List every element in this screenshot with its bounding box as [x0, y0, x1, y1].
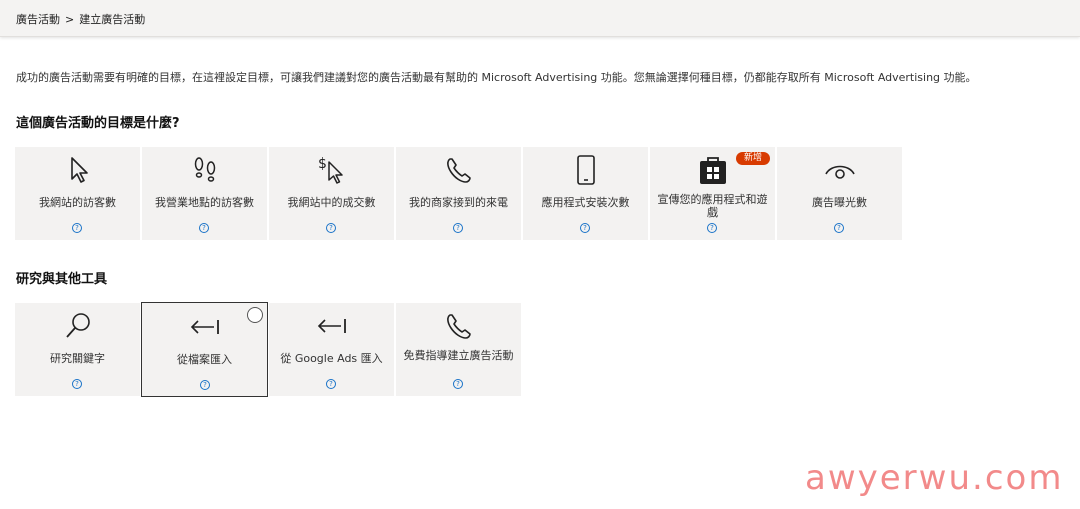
goal-tile-app-installs[interactable]: 應用程式安裝次數 ?	[523, 147, 648, 240]
help-icon[interactable]: ?	[453, 379, 463, 389]
help-icon[interactable]: ?	[72, 379, 82, 389]
goal-tile-location-visitors[interactable]: 我營業地點的訪客數 ?	[142, 147, 267, 240]
goals-section-title: 這個廣告活動的目標是什麼?	[16, 116, 180, 131]
tile-label: 宣傳您的應用程式和遊戲	[657, 193, 768, 219]
tile-label: 廣告曝光數	[812, 196, 867, 209]
watermark: awyerwu.com	[805, 458, 1064, 498]
phone-icon	[396, 309, 521, 343]
mobile-icon	[523, 153, 648, 187]
tile-label: 研究關鍵字	[50, 352, 105, 365]
tile-label: 我網站的訪客數	[39, 196, 116, 209]
tool-tile-import-google-ads[interactable]: 從 Google Ads 匯入 ?	[269, 303, 394, 396]
goal-tile-business-calls[interactable]: 我的商家接到的來電 ?	[396, 147, 521, 240]
help-icon[interactable]: ?	[326, 223, 336, 233]
breadcrumb-separator: >	[65, 13, 75, 26]
search-icon	[15, 309, 140, 343]
selection-radio[interactable]	[247, 307, 263, 323]
tile-label: 免費指導建立廣告活動	[403, 349, 514, 362]
dollar-cursor-icon: $	[269, 153, 394, 187]
help-icon[interactable]: ?	[453, 223, 463, 233]
tile-label: 從檔案匯入	[177, 353, 232, 366]
breadcrumb-root[interactable]: 廣告活動	[16, 13, 60, 26]
tile-label: 應用程式安裝次數	[541, 196, 630, 209]
help-icon[interactable]: ?	[326, 379, 336, 389]
import-arrow-icon	[269, 309, 394, 343]
help-icon[interactable]: ?	[199, 223, 209, 233]
breadcrumb: 廣告活動 > 建立廣告活動	[16, 11, 145, 27]
phone-icon	[396, 153, 521, 187]
svg-text:$: $	[318, 156, 327, 172]
help-icon[interactable]: ?	[72, 223, 82, 233]
goal-tile-impressions[interactable]: 廣告曝光數 ?	[777, 147, 902, 240]
tile-label: 從 Google Ads 匯入	[280, 352, 383, 365]
goal-tile-promote-apps[interactable]: 新增 宣傳您的應用程式和遊戲 ?	[650, 147, 775, 240]
help-icon[interactable]: ?	[707, 223, 717, 233]
tile-label: 我營業地點的訪客數	[155, 196, 254, 209]
intro-text: 成功的廣告活動需要有明確的目標，在這裡設定目標，可讓我們建議對您的廣告活動最有幫…	[16, 71, 977, 84]
tools-section-title: 研究與其他工具	[16, 272, 108, 287]
cursor-icon	[15, 153, 140, 187]
tile-label: 我網站中的成交數	[287, 196, 376, 209]
tile-label: 我的商家接到的來電	[409, 196, 508, 209]
goal-tile-website-visitors[interactable]: 我網站的訪客數 ?	[15, 147, 140, 240]
tool-tile-free-guidance[interactable]: 免費指導建立廣告活動 ?	[396, 303, 521, 396]
top-bar: 廣告活動 > 建立廣告活動	[0, 0, 1080, 37]
goal-tile-website-conversions[interactable]: $ 我網站中的成交數 ?	[269, 147, 394, 240]
help-icon[interactable]: ?	[200, 380, 210, 390]
tool-tile-import-file[interactable]: 從檔案匯入 ?	[141, 302, 268, 397]
help-icon[interactable]: ?	[834, 223, 844, 233]
breadcrumb-current: 建立廣告活動	[79, 13, 146, 26]
new-badge: 新增	[736, 152, 771, 165]
tool-tile-research-keywords[interactable]: 研究關鍵字 ?	[15, 303, 140, 396]
eye-icon	[777, 153, 902, 187]
help-icon[interactable]: ?	[580, 223, 590, 233]
footprints-icon	[142, 153, 267, 187]
